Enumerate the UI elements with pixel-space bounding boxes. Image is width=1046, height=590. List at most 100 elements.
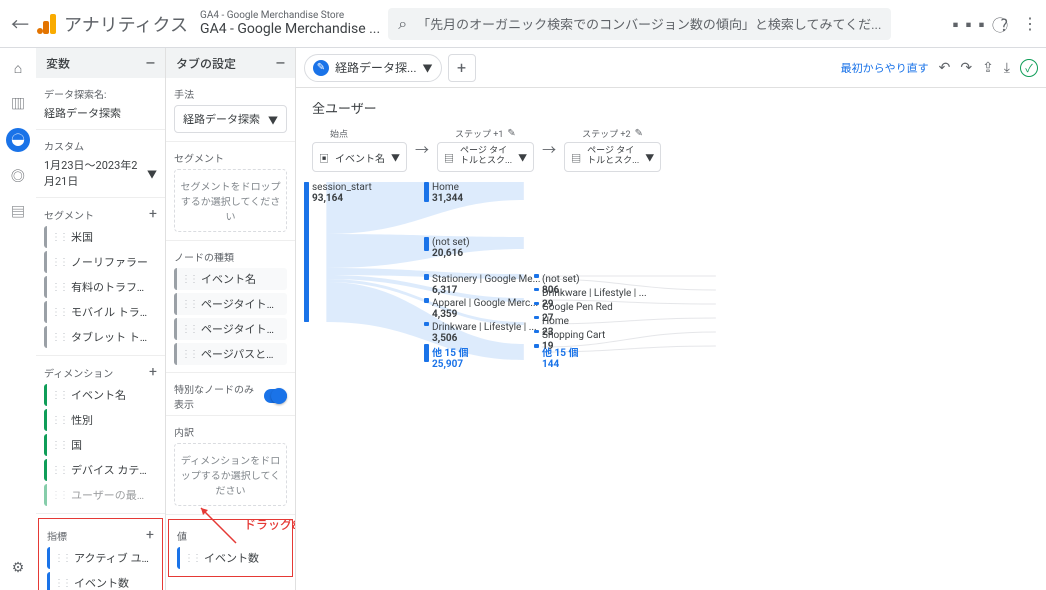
step-start-label: 始点 [330, 127, 348, 140]
add-tab-button[interactable]: + [448, 54, 476, 82]
collapse-icon[interactable]: — [146, 56, 155, 70]
step-start-selector[interactable]: ▣イベント名▼ [312, 142, 407, 172]
tab-settings-panel: タブの設定 — 手法 経路データ探索▼ セグメント セグメントをドロップするか選… [166, 48, 296, 590]
dimension-chip[interactable]: ⋮⋮性別 [44, 409, 157, 431]
chevron-down-icon: ▼ [147, 166, 157, 181]
chevron-down-icon: ▼ [268, 112, 278, 127]
segment-chip[interactable]: ⋮⋮ノーリファラー [44, 251, 157, 273]
sankey-node[interactable]: (not set)20,616 [432, 237, 470, 259]
add-metric-button[interactable]: + [146, 527, 154, 543]
nav-configure-icon[interactable]: ▤ [6, 200, 30, 224]
add-segment-button[interactable]: + [149, 206, 157, 222]
grip-icon: ⋮⋮ [51, 257, 67, 268]
grip-icon: ⋮⋮ [54, 578, 70, 589]
sankey-node[interactable]: 他 15 個25,907 [432, 344, 468, 370]
undo-icon[interactable]: ↶ [939, 60, 951, 76]
sankey-node[interactable]: 他 15 個144 [542, 344, 578, 370]
search-icon: ⌕ [398, 14, 407, 34]
sankey-bar[interactable] [534, 316, 539, 319]
sankey-node[interactable]: session_start93,164 [312, 182, 372, 204]
apps-icon[interactable]: ▪▪▪ [947, 12, 986, 36]
metric-chip[interactable]: ⋮⋮アクティブ ユーザ... [47, 547, 154, 569]
download-icon[interactable]: ⤓ [1004, 60, 1010, 76]
nav-reports-icon[interactable]: ▥ [6, 92, 30, 116]
sankey-node[interactable]: Stationery | Google Me...6,317 [432, 274, 540, 296]
edit-step-icon[interactable]: ✎ [507, 128, 515, 139]
segment-chip[interactable]: ⋮⋮有料のトラフィック [44, 276, 157, 298]
property-name: GA4 - Google Merchandise ... [200, 21, 380, 37]
breakdown-dropzone[interactable]: ディメンションをドロップするか選択してください [174, 443, 287, 506]
node-type-chip[interactable]: ⋮⋮ページパスとスクリ... [174, 343, 287, 365]
collapse-icon[interactable]: — [276, 56, 285, 70]
exploration-canvas: ✎ 経路データ探... ▼ + 最初からやり直す ↶ ↷ ⇪ ⤓ ✓ 全ユーザー… [296, 48, 1046, 590]
explore-name-label: データ探索名: [44, 86, 157, 101]
sankey-bar[interactable] [534, 288, 539, 291]
search-placeholder: 「先月のオーガニック検索でのコンバージョン数の傾向」と検索してみてくだ... [417, 14, 881, 33]
sankey-bar[interactable] [424, 344, 429, 362]
nav-explore-icon[interactable]: ◒ [6, 128, 30, 152]
node-type-chip[interactable]: ⋮⋮ページタイトルと... [174, 318, 287, 340]
date-range-value[interactable]: 1月23日～2023年2月21日▼ [44, 157, 157, 189]
sankey-bar[interactable] [534, 330, 539, 333]
nav-advertising-icon[interactable]: ◎ [6, 164, 30, 188]
sankey-bar[interactable] [424, 237, 429, 251]
segment-chip[interactable]: ⋮⋮米国 [44, 226, 157, 248]
technique-select[interactable]: 経路データ探索▼ [174, 105, 287, 133]
grip-icon: ⋮⋮ [51, 465, 67, 476]
node-type-chip[interactable]: ⋮⋮ページタイトルと... [174, 293, 287, 315]
app-name: アナリティクス [64, 11, 188, 37]
kebab-menu-icon[interactable]: ⋮ [1022, 14, 1038, 33]
variables-header: 変数 — [36, 48, 165, 78]
sankey-node[interactable]: Apparel | Google Merc...4,359 [432, 298, 538, 320]
grip-icon: ⋮⋮ [51, 307, 67, 318]
grip-icon: ⋮⋮ [54, 553, 70, 564]
segment-setting-label: セグメント [174, 150, 287, 165]
dimension-chip[interactable]: ⋮⋮ユーザーの最初の... [44, 484, 157, 506]
unique-nodes-toggle[interactable] [264, 389, 287, 403]
segment-chip[interactable]: ⋮⋮タブレット トラフ... [44, 326, 157, 348]
exploration-tab[interactable]: ✎ 経路データ探... ▼ [304, 54, 442, 82]
step1-selector[interactable]: ▤ページ タイトルとスク...▼ [437, 142, 534, 172]
sankey-node[interactable]: Drinkware | Lifestyle | ...3,506 [432, 322, 537, 344]
metric-chip[interactable]: ⋮⋮イベント数 [47, 572, 154, 590]
sankey-bar[interactable] [424, 322, 429, 326]
sankey-bar[interactable] [424, 298, 429, 303]
tab-settings-header: タブの設定 — [166, 48, 295, 78]
grip-icon: ⋮⋮ [184, 553, 200, 564]
edit-step-icon[interactable]: ✎ [635, 128, 643, 139]
dimension-chip[interactable]: ⋮⋮国 [44, 434, 157, 456]
start-over-button[interactable]: 最初からやり直す [841, 60, 929, 76]
breakdown-label: 内訳 [174, 424, 287, 439]
sankey-bar[interactable] [534, 302, 539, 305]
sankey-bar[interactable] [304, 182, 309, 322]
dimension-chip[interactable]: ⋮⋮デバイス カテゴリ [44, 459, 157, 481]
add-dimension-button[interactable]: + [149, 364, 157, 380]
sankey-bar[interactable] [424, 274, 429, 280]
share-icon[interactable]: ⇪ [982, 60, 994, 76]
sankey-bar[interactable] [534, 274, 539, 278]
canvas-toolbar: ✎ 経路データ探... ▼ + 最初からやり直す ↶ ↷ ⇪ ⤓ ✓ [296, 48, 1046, 88]
help-icon[interactable]: ?⃝ [1000, 12, 1008, 36]
node-type-chip[interactable]: ⋮⋮イベント名 [174, 268, 287, 290]
redo-icon[interactable]: ↷ [960, 60, 972, 76]
value-chip[interactable]: ⋮⋮イベント数 [177, 547, 284, 569]
explore-name-value[interactable]: 経路データ探索 [44, 105, 157, 121]
sankey-bar[interactable] [424, 182, 429, 202]
path-sankey-chart: session_start93,164 Home31,344 (not set)2… [312, 182, 1030, 482]
node-type-label: ノードの種類 [174, 249, 287, 264]
dimension-chip[interactable]: ⋮⋮イベント名 [44, 384, 157, 406]
chart-segment-title: 全ユーザー [312, 98, 1030, 117]
nav-admin-icon[interactable]: ⚙ [6, 556, 30, 580]
search-bar[interactable]: ⌕ 「先月のオーガニック検索でのコンバージョン数の傾向」と検索してみてくだ... [388, 8, 891, 40]
sample-status-icon[interactable]: ✓ [1020, 59, 1038, 77]
segment-chip[interactable]: ⋮⋮モバイル トラフィ... [44, 301, 157, 323]
sankey-bar[interactable] [534, 344, 539, 348]
sankey-node[interactable]: Home31,344 [432, 182, 463, 204]
grip-icon: ⋮⋮ [51, 440, 67, 451]
back-arrow-icon[interactable]: ← [8, 11, 32, 37]
step2-selector[interactable]: ▤ページ タイトルとスク...▼ [564, 142, 661, 172]
property-selector[interactable]: GA4 - Google Merchandise Store GA4 - Goo… [200, 10, 380, 37]
segment-dropzone[interactable]: セグメントをドロップするか選択してください [174, 169, 287, 232]
nav-home-icon[interactable]: ⌂ [6, 56, 30, 80]
chevron-down-icon: ▼ [518, 151, 527, 164]
